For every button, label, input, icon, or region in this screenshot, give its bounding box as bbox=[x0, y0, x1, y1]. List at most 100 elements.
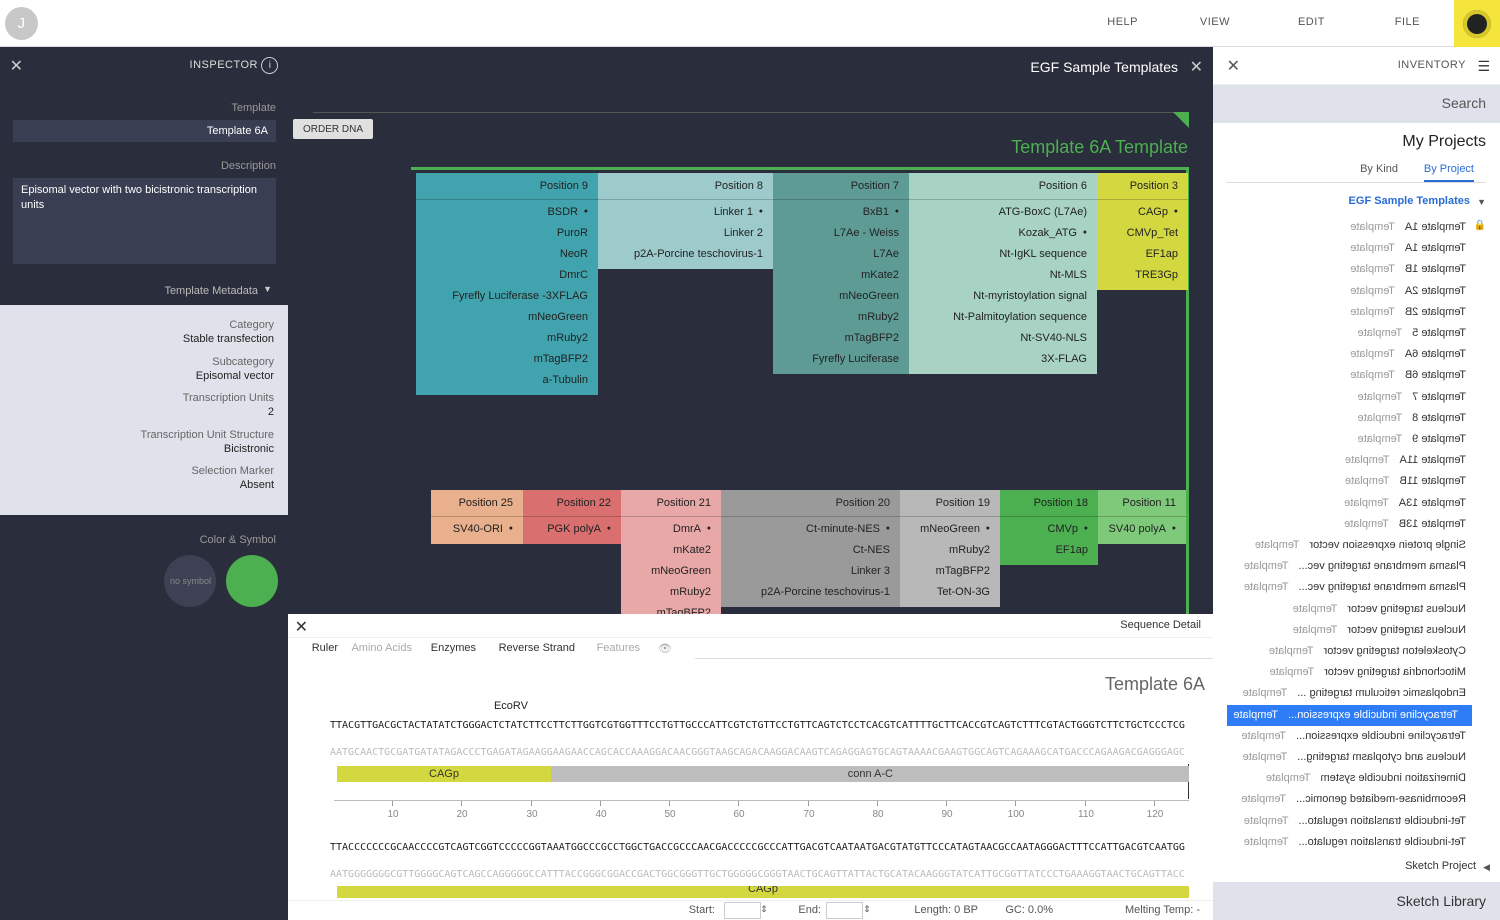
part-item[interactable]: CMVp_Tet bbox=[1097, 224, 1188, 245]
part-item[interactable]: Nt-MLS bbox=[909, 266, 1097, 287]
tree-item[interactable]: Endoplasmic reticulum targeting ... Templ… bbox=[1213, 683, 1500, 704]
part-item[interactable]: DmrA bbox=[621, 520, 721, 541]
menu-view[interactable]: VIEW bbox=[1200, 16, 1230, 28]
metadata-title[interactable]: Template Metadata bbox=[164, 285, 258, 297]
position-header[interactable]: Position 22 bbox=[523, 490, 621, 517]
close-icon[interactable]: ✕ bbox=[1227, 56, 1240, 76]
part-item[interactable]: Nt-IgKL sequence bbox=[909, 245, 1097, 266]
sequence-close-icon[interactable]: ✕ bbox=[295, 617, 308, 637]
part-item[interactable]: PuroR bbox=[416, 224, 598, 245]
part-item[interactable]: mTagBFP2 bbox=[416, 350, 598, 371]
tab-features[interactable]: Features bbox=[597, 642, 640, 654]
part-item[interactable]: mNeoGreen bbox=[773, 287, 909, 308]
description-textarea[interactable]: Episomal vector with two bicistronic tra… bbox=[13, 178, 276, 264]
part-item[interactable]: mNeoGreen bbox=[621, 562, 721, 583]
part-item[interactable]: mTagBFP2 bbox=[773, 329, 909, 350]
tree-item[interactable]: Plasma membrane targeting vec... Template bbox=[1213, 556, 1500, 577]
feature-conn-ac[interactable]: conn A-C bbox=[551, 766, 1189, 782]
part-item[interactable]: Nt-myristoylation signal bbox=[909, 287, 1097, 308]
sketch-library[interactable]: Sketch Library bbox=[1213, 882, 1500, 920]
part-item[interactable]: Nt-Palmitoylation sequence bbox=[909, 308, 1097, 329]
sequence-reverse-2[interactable]: AATGGGGGGGCGTTGGGGCAGTCAGCCAGGGGGCCATTTA… bbox=[330, 869, 1185, 880]
tree-item[interactable]: Tetracycline inducible expression... Temp… bbox=[1227, 704, 1472, 726]
position-header[interactable]: Position 6 bbox=[909, 173, 1097, 200]
sketch-project[interactable]: Sketch Project bbox=[1405, 860, 1476, 872]
caret-down-icon[interactable]: ▼ bbox=[1477, 197, 1486, 207]
part-item[interactable]: Linker 2 bbox=[598, 224, 773, 245]
position-header[interactable]: Position 8 bbox=[598, 173, 773, 200]
part-item[interactable]: Fyrefly Luciferase bbox=[773, 350, 909, 371]
part-item[interactable]: SV40 polyA bbox=[1098, 520, 1186, 541]
tree-item[interactable]: Template 6A Template bbox=[1213, 344, 1500, 365]
eye-icon[interactable]: 👁 bbox=[658, 642, 672, 655]
part-item[interactable]: DmrC bbox=[416, 266, 598, 287]
tree-item[interactable]: Tet-inducible translation regulato... Tem… bbox=[1213, 832, 1500, 853]
tree-item[interactable]: Template 5 Template bbox=[1213, 323, 1500, 344]
caret-right-icon[interactable]: ▶ bbox=[1483, 862, 1490, 873]
part-item[interactable]: mNeoGreen bbox=[900, 520, 1000, 541]
tree-item[interactable]: Template 9 Template bbox=[1213, 429, 1500, 450]
tree-item[interactable]: Tetracycline inducible expression... Temp… bbox=[1213, 726, 1500, 747]
part-item[interactable]: a-Tubulin bbox=[416, 371, 598, 392]
tree-item[interactable]: Nucleus and cytoplasm targeting... Templa… bbox=[1213, 747, 1500, 768]
part-item[interactable]: Fyrefly Luciferase -3XFLAG bbox=[416, 287, 598, 308]
feature-cagp[interactable]: CAGp bbox=[337, 766, 551, 782]
part-item[interactable]: Ct-minute-NES bbox=[721, 520, 900, 541]
part-item[interactable]: mRuby2 bbox=[900, 541, 1000, 562]
position-header[interactable]: Position 18 bbox=[1000, 490, 1098, 517]
part-item[interactable]: L7Ae bbox=[773, 245, 909, 266]
part-item[interactable]: Linker 1 bbox=[598, 203, 773, 224]
search-input[interactable]: Search bbox=[1213, 85, 1500, 123]
order-dna-button[interactable]: ORDER DNA bbox=[293, 119, 373, 139]
part-item[interactable]: mRuby2 bbox=[621, 583, 721, 604]
sequence-reverse[interactable]: AATGCAACTGCGATGATATAGACCCTGAGATAGAAGGAAG… bbox=[330, 747, 1185, 758]
part-item[interactable]: p2A-Porcine teschovirus-1 bbox=[721, 583, 900, 604]
inspector-close-icon[interactable]: ✕ bbox=[10, 56, 23, 76]
tree-item[interactable]: Nucleus targeting vector Template bbox=[1213, 620, 1500, 641]
part-item[interactable]: EF1ap bbox=[1097, 245, 1188, 266]
tree-item[interactable]: Template 11A Template bbox=[1213, 450, 1500, 471]
menu-help[interactable]: HELP bbox=[1107, 16, 1138, 28]
position-header[interactable]: Position 20 bbox=[721, 490, 900, 517]
part-item[interactable]: Kozak_ATG bbox=[909, 224, 1097, 245]
position-header[interactable]: Position 3 bbox=[1097, 173, 1188, 200]
tree-item[interactable]: Template 2B Template bbox=[1213, 302, 1500, 323]
tree-item[interactable]: Mitochondria targeting vector Template bbox=[1213, 662, 1500, 683]
part-item[interactable]: mNeoGreen bbox=[416, 308, 598, 329]
part-item[interactable]: mRuby2 bbox=[773, 308, 909, 329]
end-input[interactable] bbox=[826, 902, 863, 919]
part-item[interactable]: SV40-ORI bbox=[431, 520, 523, 541]
tab-amino-acids[interactable]: Amino Acids bbox=[351, 642, 412, 654]
tree-item[interactable]: Tet-inducible translation regulato... Tem… bbox=[1213, 811, 1500, 832]
part-item[interactable]: ATG-BoxC (L7Ae) bbox=[909, 203, 1097, 224]
part-item[interactable]: L7Ae - Weiss bbox=[773, 224, 909, 245]
part-item[interactable]: mKate2 bbox=[773, 266, 909, 287]
part-item[interactable]: EF1ap bbox=[1000, 541, 1098, 562]
part-item[interactable]: PGK polyA bbox=[523, 520, 621, 541]
canvas-close-icon[interactable]: ✕ bbox=[1190, 57, 1203, 77]
part-item[interactable]: 3X-FLAG bbox=[909, 350, 1097, 371]
tree-item[interactable]: Template 6B Template bbox=[1213, 365, 1500, 386]
part-item[interactable]: BxB1 bbox=[773, 203, 909, 224]
tree-item[interactable]: Template 11B Template bbox=[1213, 471, 1500, 492]
tree-root[interactable]: EGF Sample Templates bbox=[1349, 195, 1470, 207]
tree-item[interactable]: Template 1A Template bbox=[1213, 238, 1500, 259]
tab-ruler[interactable]: Ruler bbox=[312, 642, 338, 654]
part-item[interactable]: CAGp bbox=[1097, 203, 1188, 224]
part-item[interactable]: Linker 3 bbox=[721, 562, 900, 583]
tab-by-kind[interactable]: By Kind bbox=[1360, 163, 1398, 175]
tree-item[interactable]: Plasma membrane targeting vec... Template bbox=[1213, 577, 1500, 598]
sequence-forward[interactable]: TTACGTTGACGCTACTATATCTGGGACTCTATCTTCCTTC… bbox=[330, 720, 1185, 731]
position-header[interactable]: Position 11 bbox=[1098, 490, 1186, 517]
color-swatch[interactable] bbox=[226, 555, 278, 607]
tree-item[interactable]: Recombinase-mediated genomic... Template bbox=[1213, 789, 1500, 810]
part-item[interactable]: CMVp bbox=[1000, 520, 1098, 541]
part-item[interactable]: p2A-Porcine teschovirus-1 bbox=[598, 245, 773, 266]
tree-item[interactable]: Template 7 Template bbox=[1213, 387, 1500, 408]
start-stepper-icon[interactable]: ⇕ bbox=[760, 904, 768, 915]
tree-item[interactable]: Nucleus targeting vector Template bbox=[1213, 599, 1500, 620]
symbol-swatch[interactable]: no symbol bbox=[164, 555, 216, 607]
position-header[interactable]: Position 25 bbox=[431, 490, 523, 517]
position-header[interactable]: Position 21 bbox=[621, 490, 721, 517]
app-logo[interactable] bbox=[1454, 0, 1500, 47]
